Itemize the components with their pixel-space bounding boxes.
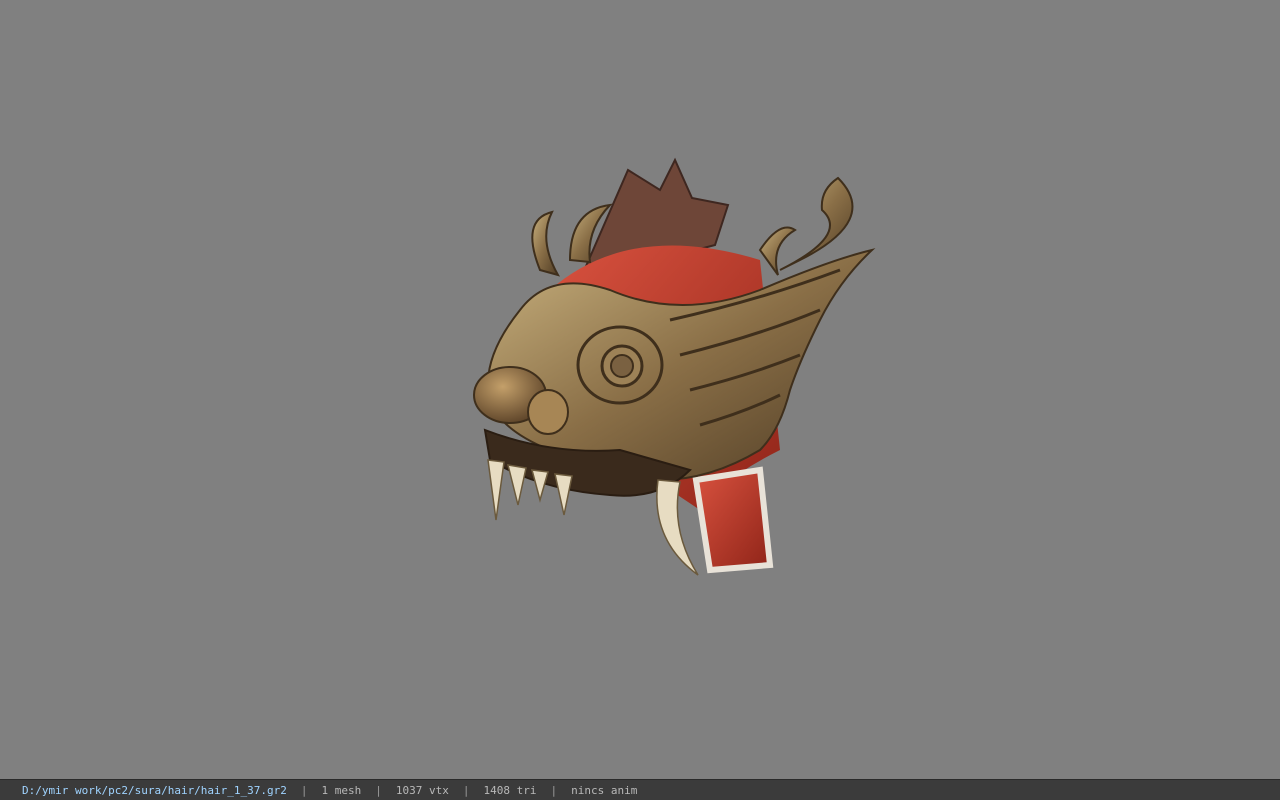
right-horn-shape [779,176,854,271]
mesh-count-label: 1 mesh [321,783,362,797]
status-separator: | [462,783,470,797]
triangle-count-label: 1408 tri [483,783,537,797]
status-bar: D:/ymir work/pc2/sura/hair/hair_1_37.gr2… [0,779,1280,800]
3d-viewport[interactable] [0,0,1280,779]
animation-info-label: nincs anim [571,783,638,797]
file-path-label: D:/ymir work/pc2/sura/hair/hair_1_37.gr2 [22,783,287,797]
dragon-helmet-model [473,157,876,576]
status-separator: | [375,783,382,797]
neck-guard-shape [692,466,774,574]
vertex-count-label: 1037 vtx [395,783,449,797]
left-horn-shape [531,210,561,277]
status-separator: | [550,783,558,797]
side-horn-shape [758,226,797,276]
status-separator: | [300,783,308,797]
